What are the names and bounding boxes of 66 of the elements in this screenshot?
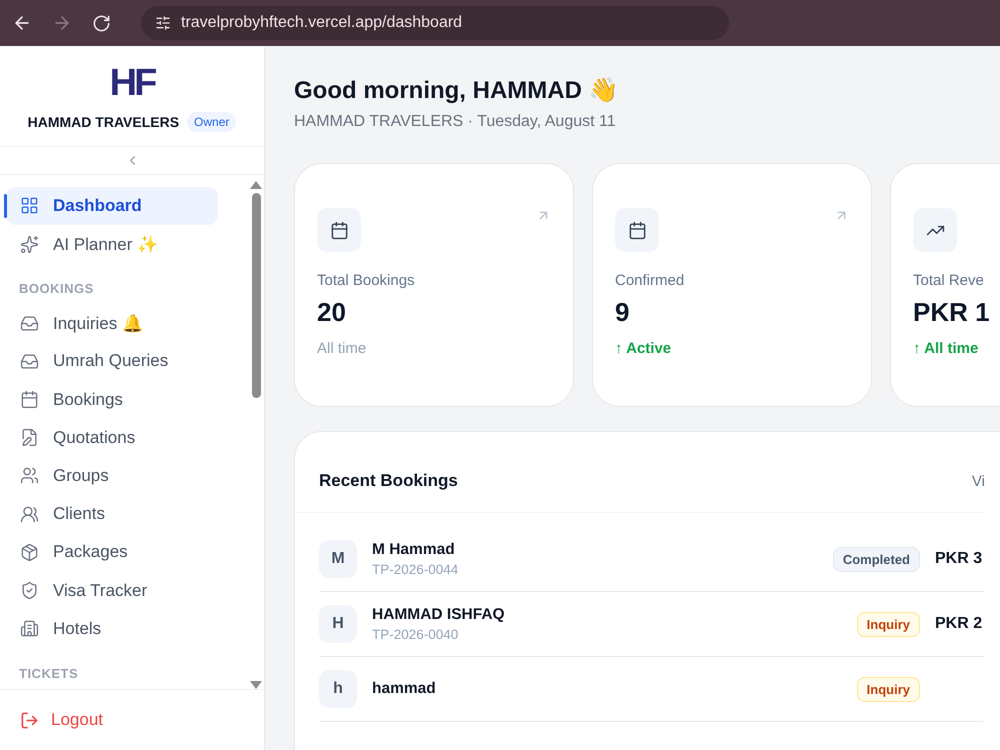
scroll-up-icon[interactable] <box>250 181 262 189</box>
file-edit-icon <box>20 428 39 448</box>
stat-note: ↑ All time <box>913 340 980 357</box>
avatar: h <box>319 670 357 708</box>
section-heading: BOOKINGS <box>18 280 95 298</box>
booking-ref: TP-2026-0044 <box>372 562 460 577</box>
section-heading: TICKETS <box>18 665 80 684</box>
nav-item[interactable]: Bookings <box>6 380 218 418</box>
url-text: travelprobyhftech.vercel.app/dashboard <box>181 14 462 32</box>
logout-icon <box>20 710 39 730</box>
nav-item[interactable]: Hotels <box>6 610 218 648</box>
nav-item[interactable]: Inquiries 🔔 <box>6 304 218 342</box>
nav-item[interactable]: Dashboard <box>6 187 218 225</box>
building-icon <box>20 619 39 638</box>
logout-button[interactable]: Logout <box>20 710 103 730</box>
amount: PKR 2 <box>935 615 983 633</box>
stat-note: ↑ Active <box>615 340 672 357</box>
nav-item[interactable]: AI Planner ✨ <box>6 225 218 263</box>
reload-button[interactable] <box>92 14 111 32</box>
address-bar[interactable]: travelprobyhftech.vercel.app/dashboard <box>141 6 729 40</box>
scrollbar-thumb[interactable] <box>252 193 260 398</box>
nav-item[interactable]: Clients <box>6 495 218 533</box>
status-badge: Completed <box>832 546 920 572</box>
stat-label: Total Bookings <box>317 272 416 289</box>
stat-label: Confirmed <box>615 272 686 289</box>
stat-value: 9 <box>615 297 630 328</box>
nav-item[interactable]: Packages <box>6 534 218 572</box>
calendar-icon <box>20 390 39 410</box>
stat-note: All time <box>317 340 368 357</box>
client-name: M Hammad <box>372 541 456 559</box>
role-badge: Owner <box>187 112 236 132</box>
subtitle: HAMMAD TRAVELERS · Tuesday, August 11 <box>294 113 617 131</box>
company-name: HAMMAD TRAVELERS <box>28 114 180 130</box>
nav-item[interactable]: Quotations <box>6 418 218 457</box>
stat-value: 20 <box>317 297 347 328</box>
shield-check-icon <box>20 581 39 600</box>
inbox-icon <box>20 352 39 371</box>
avatar: M <box>319 540 357 578</box>
scroll-down-icon[interactable] <box>250 681 262 689</box>
status-badge: Inquiry <box>856 676 920 702</box>
status-badge: Inquiry <box>856 612 920 636</box>
nav-item[interactable]: Umrah Queries <box>6 342 218 380</box>
inbox-icon <box>20 314 39 333</box>
nav-item[interactable]: Visa Tracker <box>6 572 218 610</box>
package-icon <box>20 542 39 562</box>
client-name: HAMMAD ISHFAQ <box>372 606 506 624</box>
stat-value: PKR 1 <box>913 297 991 328</box>
reload-icon <box>92 14 111 32</box>
stat-label: Total Reve <box>913 272 985 289</box>
dashboard-icon <box>20 196 39 216</box>
users-icon <box>20 466 39 486</box>
booking-ref: TP-2026-0040 <box>372 627 460 642</box>
avatar: H <box>319 605 357 643</box>
panel-title: Recent Bookings <box>319 471 458 491</box>
users-icon <box>20 504 39 524</box>
logo: HF <box>110 64 154 102</box>
trending-up-icon <box>913 208 957 252</box>
view-all-link[interactable]: Vi <box>972 472 985 490</box>
calendar-icon <box>317 208 361 252</box>
amount: PKR 3 <box>935 550 983 568</box>
calendar-icon <box>615 208 659 252</box>
client-name: hammad <box>372 680 437 698</box>
greeting-heading: Good morning, HAMMAD 👋 <box>294 76 620 105</box>
nav-item[interactable]: Groups <box>6 457 218 495</box>
site-settings-icon[interactable] <box>155 15 171 31</box>
sparkles-icon <box>20 234 39 254</box>
